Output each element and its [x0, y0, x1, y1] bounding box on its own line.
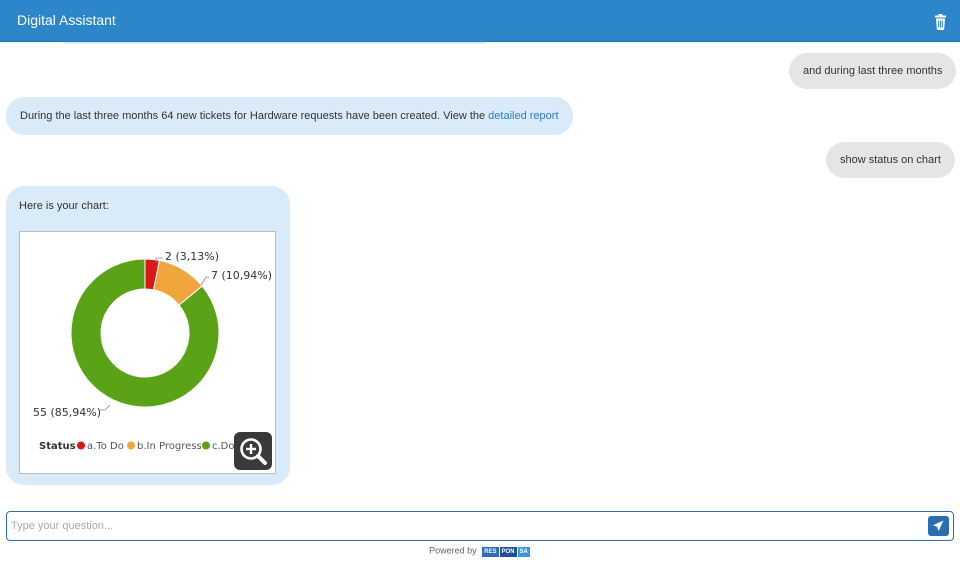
zoom-button[interactable] [234, 432, 272, 470]
app-title: Digital Assistant [17, 12, 116, 28]
send-button[interactable] [928, 516, 949, 536]
data-label-leader [200, 276, 209, 286]
legend-title: Status [39, 441, 76, 452]
data-label: 2 (3,13%) [165, 250, 219, 263]
user-message-text: show status on chart [840, 154, 941, 166]
user-message: show status on chart [826, 142, 955, 178]
previous-message-edge [60, 42, 490, 44]
data-label: 55 (85,94%) [33, 406, 101, 419]
powered-by-text: Powered by [429, 545, 477, 556]
message-list[interactable]: and during last three months During the … [0, 42, 960, 507]
legend-item[interactable]: b.In Progress [137, 441, 202, 452]
bot-chart-message: Here is your chart: 2 (3,13%) 7 (10,94%) 5… [6, 186, 290, 485]
chart-card: 2 (3,13%) 7 (10,94%) 55 (85,94%) Status a.To… [19, 231, 276, 474]
bot-message-text: Here is your chart: [19, 200, 109, 212]
question-input[interactable] [11, 516, 921, 536]
digital-assistant-app: Digital Assistant and during last three … [0, 0, 960, 561]
user-message: and during last three months [789, 53, 957, 89]
zoom-in-icon [240, 438, 267, 465]
detailed-report-link[interactable]: detailed report [488, 110, 558, 122]
bot-message: During the last three months 64 new tick… [6, 97, 573, 135]
trash-icon[interactable] [933, 14, 948, 30]
responsa-logo: RES PON SA [482, 547, 530, 557]
header-bar: Digital Assistant [0, 0, 960, 42]
legend-item[interactable]: c.Do [212, 441, 235, 452]
send-icon [933, 520, 944, 531]
data-label-leader [100, 404, 111, 411]
user-message-text: and during last three months [803, 65, 943, 77]
legend-marker[interactable] [202, 441, 210, 450]
legend-marker[interactable] [127, 441, 135, 450]
data-label: 7 (10,94%) [211, 269, 272, 282]
legend-item[interactable]: a.To Do [87, 441, 124, 452]
powered-by-footer: Powered by RES PON SA [0, 545, 960, 557]
bot-message-text: During the last three months 64 new tick… [20, 110, 489, 122]
legend-marker[interactable] [77, 441, 85, 450]
question-input-bar [6, 511, 954, 541]
